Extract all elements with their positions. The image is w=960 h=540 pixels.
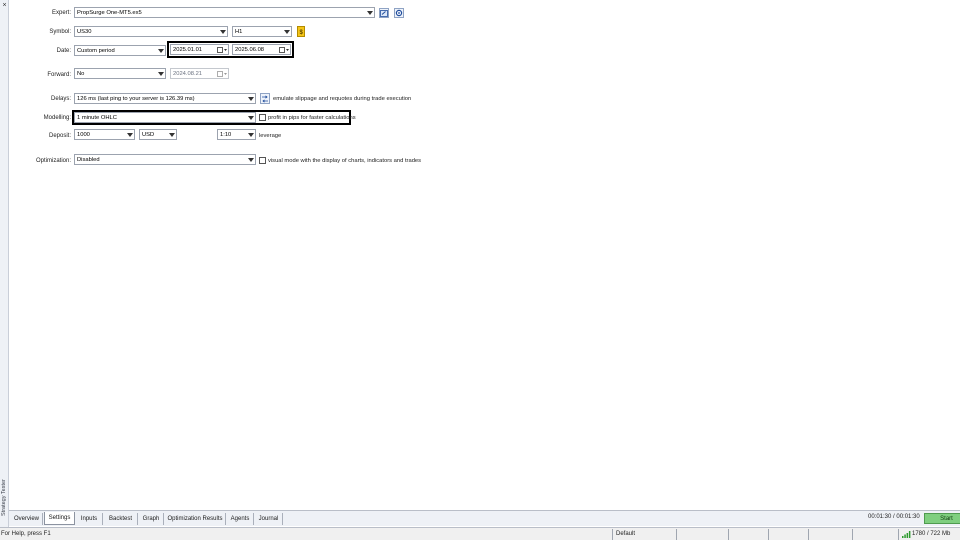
chevron-down-icon [156, 46, 165, 55]
checkbox-box[interactable] [259, 114, 266, 121]
tab-journal[interactable]: Journal [255, 513, 283, 525]
close-icon[interactable]: × [1, 2, 8, 9]
status-divider [808, 529, 809, 540]
tab-agents[interactable]: Agents [227, 513, 254, 525]
visual-mode-checkbox[interactable]: visual mode with the display of charts, … [259, 157, 421, 164]
profit-in-pips-label: profit in pips for faster calculations [268, 114, 356, 121]
settings-panel: Expert: PropSurge One-MT5.ex5 Symbol: US… [9, 0, 960, 510]
visual-mode-label: visual mode with the display of charts, … [268, 157, 422, 164]
panel-title: Strategy Tester [1, 479, 7, 517]
calendar-icon [216, 45, 228, 54]
optimization-select[interactable]: Disabled [74, 154, 256, 165]
delays-select[interactable]: 126 ms (last ping to your server is 126.… [74, 93, 256, 104]
svg-text:$: $ [299, 30, 303, 35]
tab-overview[interactable]: Overview [11, 513, 43, 525]
tester-tab-bar: Overview Settings Inputs Backtest Graph … [9, 510, 960, 526]
deposit-amount-select[interactable]: 1000 [74, 129, 135, 140]
symbol-properties-icon[interactable]: $ [297, 26, 305, 37]
chevron-down-icon [282, 27, 291, 36]
checkbox-box[interactable] [259, 157, 266, 164]
deposit-amount-value: 1000 [77, 131, 90, 138]
chevron-down-icon [125, 130, 134, 139]
modelling-label: Modelling: [43, 115, 71, 121]
chevron-down-icon [246, 94, 255, 103]
delays-value: 126 ms (last ping to your server is 126.… [77, 95, 195, 102]
status-divider [676, 529, 677, 540]
deposit-label: Deposit: [48, 133, 71, 139]
timeframe-select[interactable]: H1 [232, 26, 292, 37]
optimization-value: Disabled [77, 156, 100, 163]
date-to-picker[interactable]: 2025.06.08 [232, 44, 291, 55]
start-button[interactable]: Start [924, 513, 960, 524]
date-from-value: 2025.01.01 [173, 46, 203, 53]
status-bar: For Help, press F1 Default 1780 / 722 Mb [0, 527, 960, 540]
tab-settings[interactable]: Settings [44, 512, 75, 525]
elapsed-timer: 00:01:30 / 00:01:30 [868, 514, 920, 520]
symbol-select[interactable]: US30 [74, 26, 228, 37]
status-divider [728, 529, 729, 540]
chevron-down-icon [167, 130, 176, 139]
expert-select[interactable]: PropSurge One-MT5.ex5 [74, 7, 375, 18]
forward-date-value: 2024.08.21 [173, 70, 203, 77]
leverage-label: leverage [259, 133, 282, 139]
status-memory: 1780 / 722 Mb [912, 531, 951, 537]
tab-inputs[interactable]: Inputs [76, 513, 103, 525]
edit-icon[interactable] [379, 8, 389, 18]
status-divider [852, 529, 853, 540]
modelling-value: 1 minute OHLC [77, 114, 117, 121]
symbol-label: Symbol: [49, 29, 71, 35]
date-mode-select[interactable]: Custom period [74, 45, 166, 56]
calendar-icon [278, 45, 290, 54]
date-label: Date: [56, 48, 71, 54]
tab-optimization-results[interactable]: Optimization Results [165, 513, 226, 525]
chevron-down-icon [365, 8, 374, 17]
status-divider [612, 529, 613, 540]
currency-select[interactable]: USD [139, 129, 177, 140]
leverage-value: 1:10 [220, 131, 232, 138]
forward-label: Forward: [47, 72, 71, 78]
delay-settings-icon[interactable] [260, 93, 270, 104]
chevron-down-icon [246, 113, 255, 122]
date-mode-value: Custom period [77, 47, 115, 54]
expert-value: PropSurge One-MT5.ex5 [77, 9, 142, 16]
currency-value: USD [142, 131, 155, 138]
calendar-icon [216, 69, 228, 78]
delays-label: Delays: [50, 96, 71, 102]
profit-in-pips-checkbox[interactable]: profit in pips for faster calculations [259, 114, 356, 121]
connection-signal-icon [902, 531, 911, 538]
optimization-label: Optimization: [35, 158, 71, 164]
chevron-down-icon [218, 27, 227, 36]
leverage-select[interactable]: 1:10 [217, 129, 256, 140]
delays-note: emulate slippage and requotes during tra… [273, 96, 412, 102]
timeframe-value: H1 [235, 28, 243, 35]
modelling-select[interactable]: 1 minute OHLC [74, 112, 256, 123]
date-to-value: 2025.06.08 [235, 46, 265, 53]
strategy-tester-side-strip: × Strategy Tester [0, 0, 9, 527]
chevron-down-icon [156, 69, 165, 78]
tab-backtest[interactable]: Backtest [104, 513, 138, 525]
expert-label: Expert: [51, 10, 71, 16]
forward-select[interactable]: No [74, 68, 166, 79]
chevron-down-icon [246, 130, 255, 139]
forward-value: No [77, 70, 85, 77]
date-from-picker[interactable]: 2025.01.01 [170, 44, 229, 55]
status-help-text: For Help, press F1 [1, 531, 51, 537]
status-divider [898, 529, 899, 540]
chevron-down-icon [246, 155, 255, 164]
status-profile: Default [616, 531, 636, 537]
symbol-value: US30 [77, 28, 92, 35]
settings-gear-icon[interactable] [394, 8, 404, 18]
forward-date-picker: 2024.08.21 [170, 68, 229, 79]
status-divider [768, 529, 769, 540]
tab-graph[interactable]: Graph [139, 513, 164, 525]
